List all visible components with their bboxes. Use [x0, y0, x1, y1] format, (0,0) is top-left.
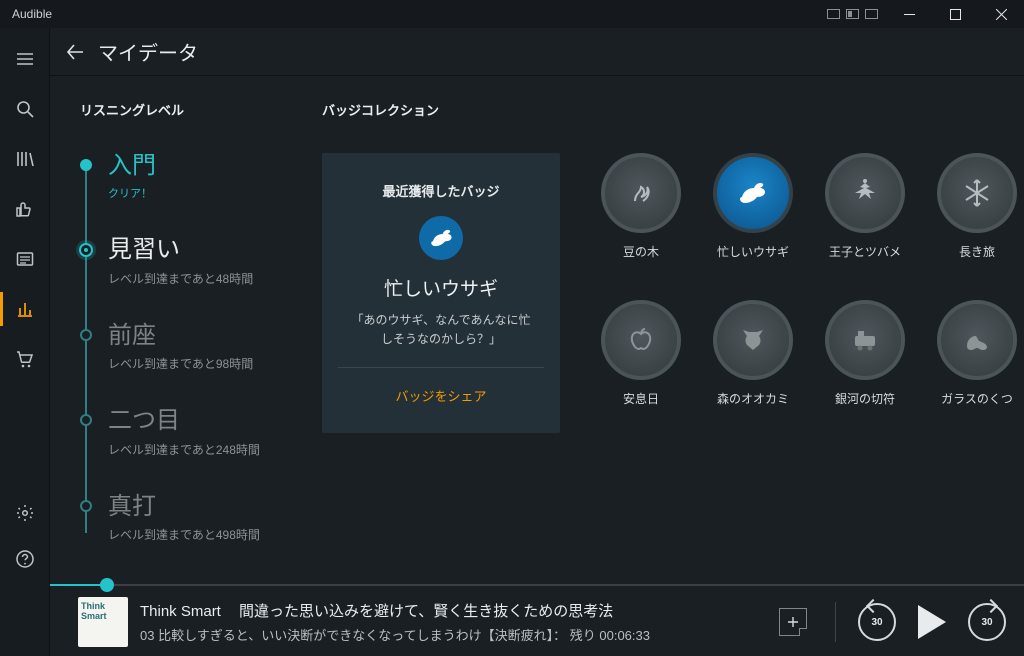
skip-back-button[interactable]: 30	[858, 603, 896, 641]
badge-section-title: バッジコレクション	[322, 100, 1024, 119]
level-dot-icon	[80, 414, 92, 426]
cover-art[interactable]: ThinkSmart	[78, 597, 128, 647]
recent-badge-desc: 「あのウサギ、なんであんなに忙しそうなのかしら？」	[338, 311, 544, 368]
search-icon[interactable]	[0, 86, 50, 132]
title-bar: Audible	[0, 0, 1024, 28]
close-button[interactable]	[978, 0, 1024, 28]
titlebar-layout-controls[interactable]	[827, 9, 886, 19]
track-title: Think Smart	[140, 603, 221, 620]
level-dot-icon	[80, 159, 92, 171]
recent-badge-title: 最近獲得したバッジ	[338, 181, 544, 200]
track-meta: Think Smart 間違った思い込みを避けて、賢く生き抜くための思考法 03…	[140, 600, 761, 644]
page-header: マイデータ	[50, 28, 1024, 76]
wolf-icon	[713, 300, 793, 380]
track-title-line: Think Smart 間違った思い込みを避けて、賢く生き抜くための思考法	[140, 600, 761, 621]
track-chapter: 03 比較しすぎると、いい決断ができなくなってしまうわけ【決断疲れ】： 残り 0…	[140, 625, 761, 644]
badge-label: 王子とツバメ	[824, 243, 906, 260]
badge-item[interactable]: 忙しいウサギ	[712, 153, 794, 260]
badge-section: バッジコレクション 最近獲得したバッジ 忙しいウサギ 「あのウサギ、なんであんな…	[312, 76, 1024, 656]
apple-icon	[601, 300, 681, 380]
level-item[interactable]: 前座 レベル到達まであと98時間	[80, 323, 290, 372]
player-bar: ThinkSmart Think Smart 間違った思い込みを避けて、賢く生き…	[50, 582, 1024, 656]
play-button[interactable]	[918, 605, 946, 639]
recent-badge-card: 最近獲得したバッジ 忙しいウサギ 「あのウサギ、なんであんなに忙しそうなのかしら…	[322, 153, 560, 433]
library-icon[interactable]	[0, 136, 50, 182]
progress-thumb[interactable]	[100, 578, 114, 592]
level-item[interactable]: 見習い レベル到達まであと48時間	[80, 237, 290, 286]
maximize-button[interactable]	[932, 0, 978, 28]
badge-label: 安息日	[600, 390, 682, 407]
swallow-icon	[825, 153, 905, 233]
badge-label: ガラスのくつ	[936, 390, 1018, 407]
badge-grid: 豆の木 忙しいウサギ 王子とツバメ 長き旅 安息日 森のオオカミ 銀河の切符 ガラスのくつ	[600, 153, 1024, 447]
level-sub: レベル到達まであと498時間	[108, 526, 290, 543]
add-bookmark-button[interactable]	[779, 608, 807, 636]
level-dot-icon	[79, 243, 93, 257]
vine-icon	[601, 153, 681, 233]
track-subtitle: 間違った思い込みを避けて、賢く生き抜くための思考法	[239, 603, 613, 620]
shoe-icon	[937, 300, 1017, 380]
help-icon[interactable]	[0, 536, 50, 582]
minimize-button[interactable]	[886, 0, 932, 28]
rabbit-icon	[419, 216, 463, 260]
level-item[interactable]: 二つ目 レベル到達まであと248時間	[80, 408, 290, 457]
cart-icon[interactable]	[0, 336, 50, 382]
level-item[interactable]: 真打 レベル到達まであと498時間	[80, 494, 290, 543]
badge-label: 忙しいウサギ	[712, 243, 794, 260]
train-icon	[825, 300, 905, 380]
recent-badge-name: 忙しいウサギ	[338, 274, 544, 301]
snowflake-icon	[937, 153, 1017, 233]
sidebar	[0, 28, 50, 656]
badge-label: 森のオオカミ	[712, 390, 794, 407]
listening-level-section: リスニングレベル 入門 クリア！ 見習い レベル到達まであと48時間	[50, 76, 312, 656]
badge-item[interactable]: 豆の木	[600, 153, 682, 260]
progress-bar[interactable]	[50, 582, 1024, 588]
level-dot-icon	[80, 500, 92, 512]
menu-button[interactable]	[0, 36, 50, 82]
level-name: 前座	[108, 323, 290, 349]
badge-label: 銀河の切符	[824, 390, 906, 407]
level-name: 入門	[108, 153, 290, 179]
main: マイデータ リスニングレベル 入門 クリア！	[50, 28, 1024, 656]
rabbit-icon	[713, 153, 793, 233]
recommend-icon[interactable]	[0, 186, 50, 232]
settings-icon[interactable]	[0, 490, 50, 536]
share-badge-button[interactable]: バッジをシェア	[338, 368, 544, 405]
badge-label: 長き旅	[936, 243, 1018, 260]
level-name: 二つ目	[108, 408, 290, 434]
level-sub: レベル到達まであと98時間	[108, 355, 290, 372]
back-button[interactable]	[60, 36, 92, 68]
badge-item[interactable]: 長き旅	[936, 153, 1018, 260]
level-list: 入門 クリア！ 見習い レベル到達まであと48時間 前座 レベル到達まであと98…	[80, 153, 290, 543]
badge-item[interactable]: 銀河の切符	[824, 300, 906, 407]
level-sub: クリア！	[108, 185, 290, 201]
level-name: 見習い	[108, 237, 290, 263]
listening-section-title: リスニングレベル	[80, 100, 290, 119]
level-sub: レベル到達まであと248時間	[108, 441, 290, 458]
page-title: マイデータ	[98, 37, 198, 66]
level-sub: レベル到達まであと48時間	[108, 270, 290, 287]
skip-forward-button[interactable]: 30	[968, 603, 1006, 641]
badge-item[interactable]: 森のオオカミ	[712, 300, 794, 407]
news-icon[interactable]	[0, 236, 50, 282]
badge-item[interactable]: 安息日	[600, 300, 682, 407]
level-dot-icon	[80, 329, 92, 341]
window-controls	[886, 0, 1024, 28]
level-name: 真打	[108, 494, 290, 520]
badge-item[interactable]: 王子とツバメ	[824, 153, 906, 260]
level-item[interactable]: 入門 クリア！	[80, 153, 290, 201]
badge-item[interactable]: ガラスのくつ	[936, 300, 1018, 407]
badge-label: 豆の木	[600, 243, 682, 260]
app-title: Audible	[0, 7, 52, 21]
stats-icon[interactable]	[0, 286, 50, 332]
app-window: Audible	[0, 0, 1024, 656]
